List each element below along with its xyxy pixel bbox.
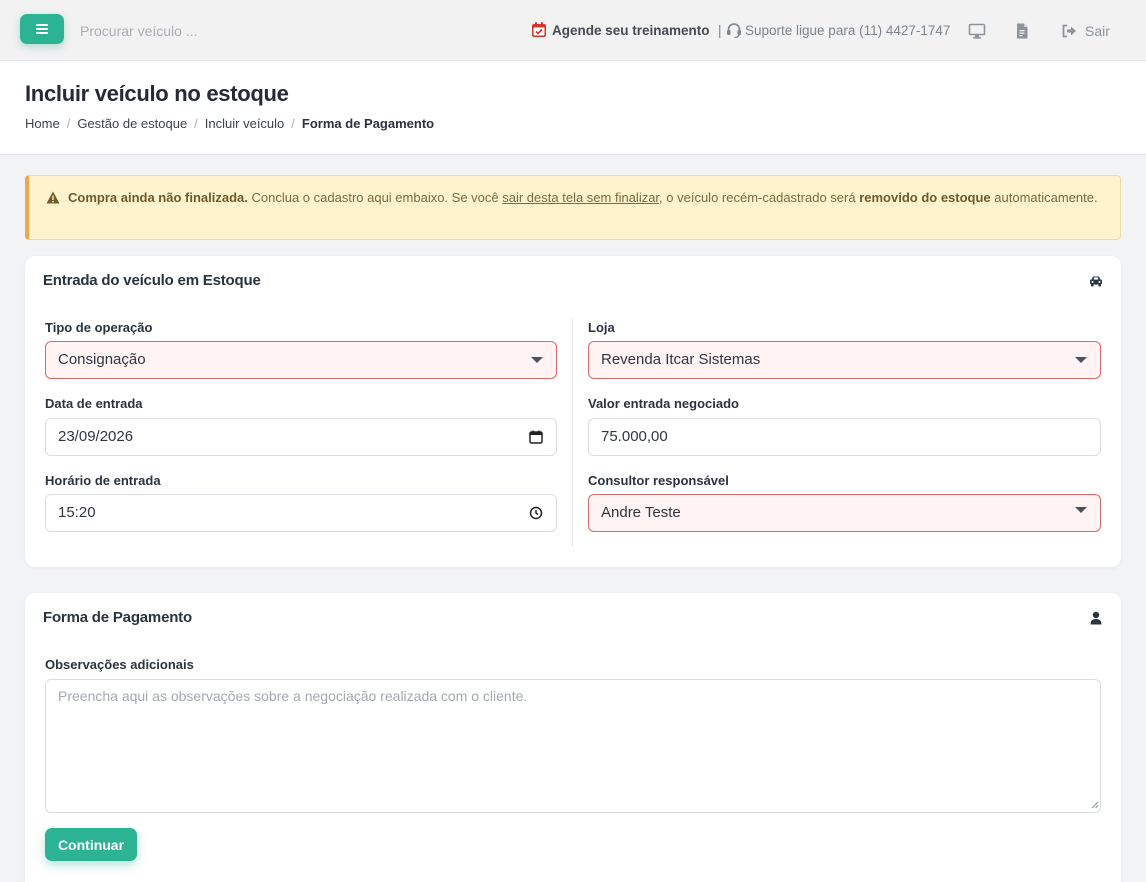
monitor-icon[interactable] [968, 22, 986, 40]
entry-time-input[interactable]: 15:20 [45, 494, 557, 532]
logout-icon [1062, 24, 1076, 38]
column-divider [572, 318, 573, 547]
entry-value-label: Valor entrada negociado [588, 396, 739, 411]
alert-text: automaticamente. [990, 190, 1098, 205]
continue-button[interactable]: Continuar [45, 828, 137, 861]
warning-icon [46, 191, 60, 204]
store-label: Loja [588, 320, 615, 335]
chevron-down-icon [531, 357, 543, 363]
document-icon[interactable] [1013, 22, 1031, 40]
vehicle-entry-card: Entrada do veículo em Estoque Tipo de op… [25, 256, 1121, 567]
breadcrumb-item-current: Forma de Pagamento [301, 116, 435, 131]
purchase-warning-alert: Compra ainda não finalizada. Conclua o c… [25, 175, 1121, 240]
operation-type-label: Tipo de operação [45, 320, 153, 335]
calendar-icon [532, 22, 546, 37]
page-header: Incluir veículo no estoque Home / Gestão d… [0, 61, 1146, 155]
card-title: Forma de Pagamento [43, 609, 192, 626]
breadcrumb-item-home[interactable]: Home [25, 116, 60, 131]
calendar-icon[interactable] [529, 430, 543, 444]
store-value: Revenda Itcar Sistemas [601, 351, 761, 368]
top-bar: Agende seu treinamento | Suporte ligue p… [0, 0, 1146, 61]
breadcrumb: Home / Gestão de estoque / Incluir veículo / F… [25, 116, 434, 131]
entry-value-value: 75.000,00 [601, 428, 668, 445]
alert-exit-link[interactable]: sair desta tela sem finalizar [502, 190, 659, 205]
consultant-select[interactable]: Andre Teste [588, 494, 1101, 532]
training-link[interactable]: Agende seu treinamento [532, 22, 710, 40]
breadcrumb-item-stock-management[interactable]: Gestão de estoque [77, 116, 187, 131]
logout-button[interactable]: Sair [1061, 22, 1110, 40]
hamburger-icon [36, 24, 48, 34]
operation-type-select[interactable]: Consignação [45, 341, 557, 379]
card-title: Entrada do veículo em Estoque [43, 272, 261, 289]
store-select[interactable]: Revenda Itcar Sistemas [588, 341, 1101, 379]
topbar-separator: | [718, 23, 722, 38]
entry-date-label: Data de entrada [45, 396, 143, 411]
entry-time-value: 15:20 [58, 504, 96, 521]
notes-textarea[interactable] [45, 679, 1101, 813]
logout-label: Sair [1085, 23, 1110, 39]
headset-icon [727, 23, 741, 39]
entry-value-input[interactable]: 75.000,00 [588, 418, 1101, 456]
entry-date-input[interactable]: 23/09/2026 [45, 418, 557, 456]
breadcrumb-item-include-vehicle[interactable]: Incluir veículo [205, 116, 284, 131]
resize-handle-icon[interactable] [1091, 801, 1099, 809]
operation-type-value: Consignação [58, 351, 146, 368]
menu-toggle-button[interactable] [20, 14, 64, 44]
entry-date-value: 23/09/2026 [58, 428, 134, 445]
entry-time-label: Horário de entrada [45, 473, 161, 488]
vehicle-search-input[interactable] [80, 20, 360, 42]
alert-text: Conclua o cadastro aqui embaixo. Se você [247, 190, 503, 205]
support-info: Suporte ligue para (11) 4427-1747 [726, 22, 950, 40]
clock-icon[interactable] [529, 506, 543, 520]
car-icon [1090, 276, 1102, 287]
chevron-down-icon [1075, 357, 1087, 363]
consultant-label: Consultor responsável [588, 473, 729, 488]
breadcrumb-separator: / [291, 116, 295, 131]
support-label: Suporte ligue para (11) 4427-1747 [745, 23, 951, 38]
consultant-value: Andre Teste [601, 504, 681, 521]
chevron-down-icon [1075, 507, 1087, 513]
training-label: Agende seu treinamento [552, 23, 710, 38]
payment-card: Forma de Pagamento Observações adicionai… [25, 593, 1121, 882]
alert-emphasis: removido do estoque [859, 190, 991, 205]
page-title: Incluir veículo no estoque [25, 81, 289, 106]
notes-label: Observações adicionais [45, 657, 194, 672]
breadcrumb-separator: / [194, 116, 198, 131]
alert-text: , o veículo recém-cadastrado será [659, 190, 860, 205]
alert-title: Compra ainda não finalizada. [68, 190, 248, 205]
user-icon [1090, 611, 1102, 625]
breadcrumb-separator: / [66, 116, 71, 131]
